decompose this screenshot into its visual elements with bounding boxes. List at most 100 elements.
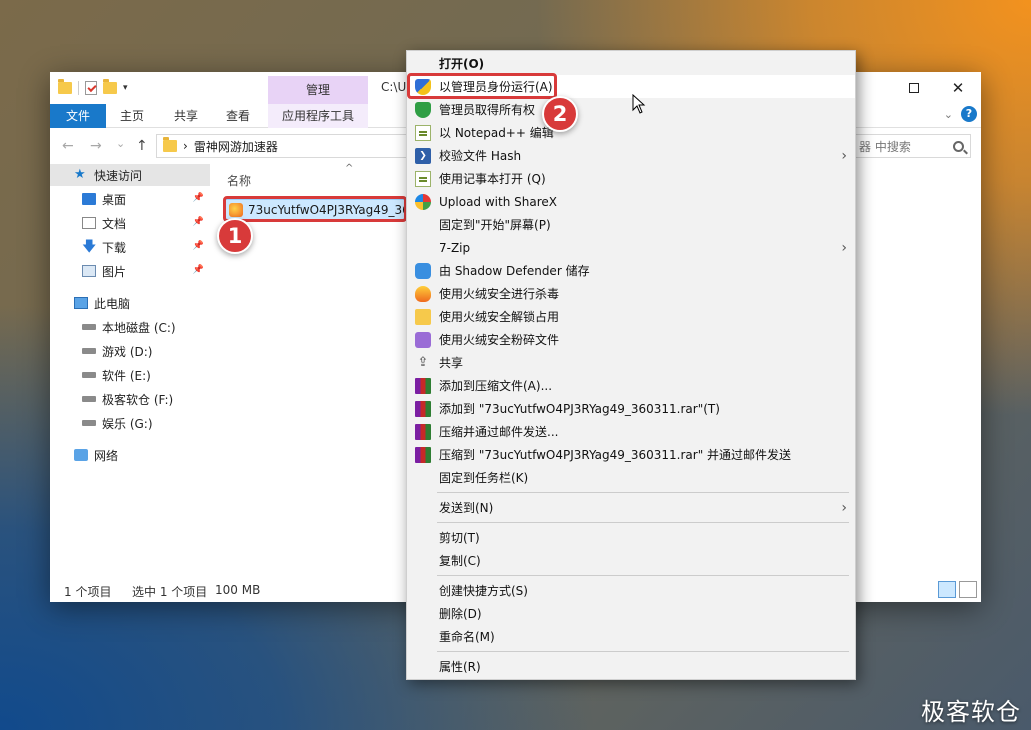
menu-item-7zip[interactable]: 7-Zip › <box>407 236 855 259</box>
search-input[interactable]: 器 中搜索 <box>854 134 971 158</box>
menu-item-compress-rar-email[interactable]: 压缩到 "73ucYutfwO4PJ3RYag49_360311.rar" 并通… <box>407 443 855 466</box>
ribbon-expand-icon[interactable]: ⌄ <box>944 108 953 121</box>
desktop-icon <box>82 193 96 205</box>
pin-icon[interactable]: 📌 <box>193 193 204 203</box>
drive-icon <box>82 396 96 402</box>
nav-drive-e[interactable]: 软件 (E:) <box>50 364 210 386</box>
menu-item-huorong-unlock[interactable]: 使用火绒安全解锁占用 <box>407 305 855 328</box>
menu-item-rename[interactable]: 重命名(M) <box>407 625 855 648</box>
drive-icon <box>82 420 96 426</box>
nav-pictures[interactable]: 图片 📌 <box>50 260 210 282</box>
tab-view[interactable]: 查看 <box>216 104 260 128</box>
pictures-icon <box>82 265 96 277</box>
nav-this-pc[interactable]: 此电脑 <box>50 292 210 314</box>
forward-icon[interactable]: → <box>90 138 102 154</box>
selected-count: 选中 1 个项目 <box>132 585 208 599</box>
close-button[interactable]: ✕ <box>935 72 981 104</box>
menu-item-add-archive[interactable]: 添加到压缩文件(A)... <box>407 374 855 397</box>
menu-item-copy[interactable]: 复制(C) <box>407 549 855 572</box>
breadcrumb[interactable]: 雷神网游加速器 <box>194 138 278 155</box>
search-icon <box>953 140 964 152</box>
nav-drive-g[interactable]: 娱乐 (G:) <box>50 412 210 434</box>
menu-separator <box>437 492 849 493</box>
column-header-name[interactable]: 名称 <box>227 172 251 189</box>
tab-application-tools[interactable]: 应用程序工具 <box>268 104 368 128</box>
qat-dropdown-icon[interactable]: ▾ <box>123 83 128 93</box>
nav-drive-c[interactable]: 本地磁盘 (C:) <box>50 316 210 338</box>
menu-item-cut[interactable]: 剪切(T) <box>407 526 855 549</box>
context-menu: 打开(O) 以管理员身份运行(A) 管理员取得所有权 以 Notepad++ 编… <box>406 50 856 680</box>
computer-icon <box>74 297 88 309</box>
path-folder-icon <box>163 137 177 152</box>
documents-icon <box>82 217 96 229</box>
share-icon: ⇪ <box>417 355 429 370</box>
back-icon[interactable]: ← <box>62 138 74 154</box>
submenu-arrow-icon: › <box>841 499 847 516</box>
menu-item-add-to-rar[interactable]: 添加到 "73ucYutfwO4PJ3RYag49_360311.rar"(T) <box>407 397 855 420</box>
menu-item-sharex[interactable]: Upload with ShareX <box>407 190 855 213</box>
menu-item-pin-start[interactable]: 固定到"开始"屏幕(P) <box>407 213 855 236</box>
menu-item-create-shortcut[interactable]: 创建快捷方式(S) <box>407 579 855 602</box>
pin-icon[interactable]: 📌 <box>193 241 204 251</box>
menu-item-take-ownership[interactable]: 管理员取得所有权 <box>407 98 855 121</box>
large-icons-view-icon[interactable] <box>959 581 977 598</box>
sort-ascending-icon: ^ <box>345 163 354 174</box>
nav-documents[interactable]: 文档 📌 <box>50 212 210 234</box>
drive-icon <box>82 348 96 354</box>
address-box[interactable]: › 雷神网游加速器 <box>156 134 416 158</box>
menu-separator <box>437 651 849 652</box>
drive-icon <box>82 324 96 330</box>
nav-drive-f[interactable]: 极客软仓 (F:) <box>50 388 210 410</box>
menu-item-send-to[interactable]: 发送到(N) › <box>407 496 855 519</box>
menu-item-shadow-defender[interactable]: 由 Shadow Defender 储存 <box>407 259 855 282</box>
up-icon[interactable]: ↑ <box>136 138 148 154</box>
menu-item-delete[interactable]: 删除(D) <box>407 602 855 625</box>
ribbon-right: ⌄ ? <box>944 106 977 122</box>
sharex-icon <box>415 194 431 210</box>
menu-item-hash[interactable]: ❯ 校验文件 Hash › <box>407 144 855 167</box>
menu-item-huorong-shred[interactable]: 使用火绒安全粉碎文件 <box>407 328 855 351</box>
maximize-button[interactable] <box>891 72 937 104</box>
submenu-arrow-icon: › <box>841 147 847 164</box>
menu-item-compress-email[interactable]: 压缩并通过邮件发送... <box>407 420 855 443</box>
nav-quick-access[interactable]: ★ 快速访问 <box>50 164 210 186</box>
recent-locations-icon[interactable]: ⌄ <box>116 137 125 150</box>
winrar-icon <box>415 401 431 417</box>
menu-item-share[interactable]: ⇪ 共享 <box>407 351 855 374</box>
winrar-icon <box>415 378 431 394</box>
tab-share[interactable]: 共享 <box>164 104 208 128</box>
menu-item-properties[interactable]: 属性(R) <box>407 655 855 678</box>
menu-item-notepad[interactable]: 使用记事本打开 (Q) <box>407 167 855 190</box>
navigation-pane: ★ 快速访问 桌面 📌 文档 📌 🡇 下载 📌 图片 📌 此电脑 本地磁盘 (C… <box>50 164 210 572</box>
window-title: C:\U <box>381 80 407 94</box>
menu-item-pin-taskbar[interactable]: 固定到任务栏(K) <box>407 466 855 489</box>
menu-item-huorong-scan[interactable]: 使用火绒安全进行杀毒 <box>407 282 855 305</box>
step-badge-1: 1 <box>217 218 253 254</box>
nav-network[interactable]: 网络 <box>50 444 210 466</box>
shred-icon <box>415 332 431 348</box>
tab-home[interactable]: 主页 <box>110 104 154 128</box>
nav-desktop[interactable]: 桌面 📌 <box>50 188 210 210</box>
menu-item-notepad-plus[interactable]: 以 Notepad++ 编辑 <box>407 121 855 144</box>
manage-tab[interactable]: 管理 <box>268 76 368 104</box>
submenu-arrow-icon: › <box>841 239 847 256</box>
notepad-icon <box>415 171 431 187</box>
folder-icon[interactable] <box>58 79 72 94</box>
pin-icon[interactable]: 📌 <box>193 217 204 227</box>
file-highlight-box <box>223 196 407 222</box>
tab-file[interactable]: 文件 <box>50 104 106 128</box>
nav-drive-d[interactable]: 游戏 (D:) <box>50 340 210 362</box>
maximize-icon <box>909 83 919 93</box>
nav-downloads[interactable]: 🡇 下载 📌 <box>50 236 210 258</box>
watermark: 极客软仓 <box>921 698 1021 726</box>
menu-separator <box>437 575 849 576</box>
quick-access-toolbar: ▾ <box>58 79 128 97</box>
pin-icon[interactable]: 📌 <box>193 265 204 275</box>
shadow-defender-icon <box>415 263 431 279</box>
new-folder-icon[interactable] <box>103 79 117 94</box>
help-icon[interactable]: ? <box>961 106 977 122</box>
details-view-icon[interactable] <box>938 581 956 598</box>
green-shield-icon <box>415 102 431 118</box>
menu-item-open[interactable]: 打开(O) <box>407 52 855 75</box>
properties-icon[interactable] <box>85 81 97 95</box>
